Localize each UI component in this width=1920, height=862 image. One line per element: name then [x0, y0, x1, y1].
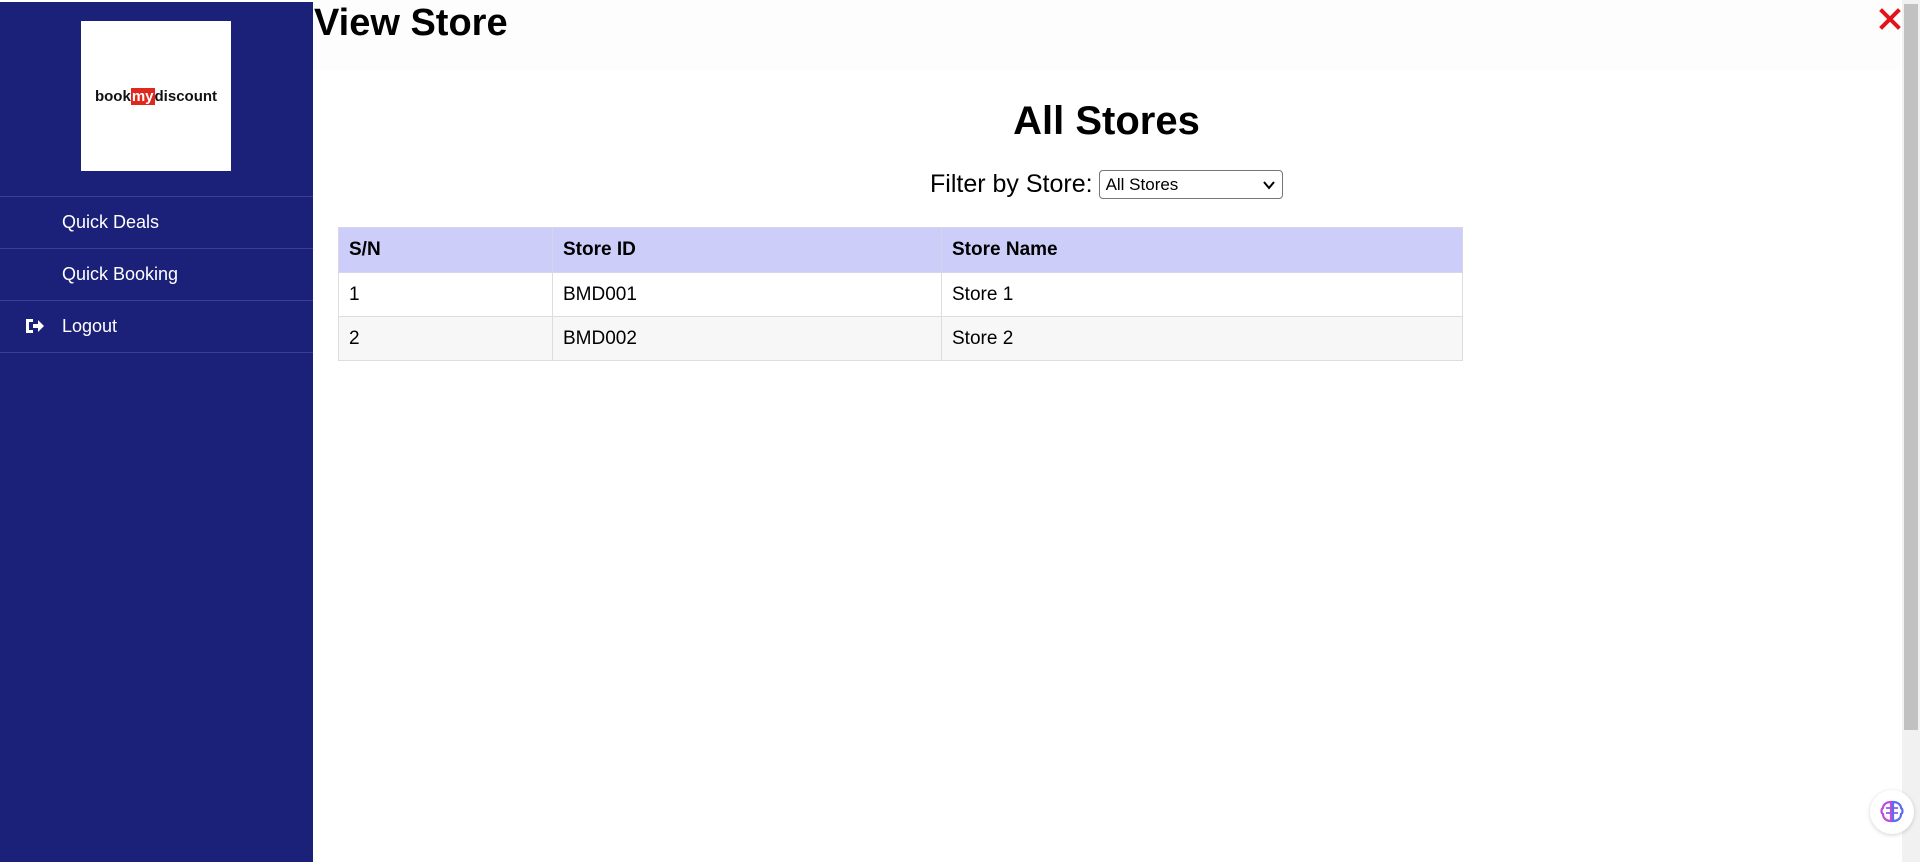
scrollbar-thumb[interactable] [1904, 4, 1918, 730]
table-cell-store-name: Store 2 [941, 316, 1463, 361]
logout-icon [26, 319, 44, 333]
column-header-store-name: Store Name [941, 227, 1463, 273]
table-cell-sn: 1 [338, 272, 553, 317]
section-heading: All Stores [1013, 99, 1200, 143]
top-bar: View Store [313, 0, 1903, 70]
sidebar-item-label: Logout [62, 316, 118, 336]
table-row: 2 BMD002 Store 2 [338, 316, 1463, 361]
assistant-button[interactable] [1870, 790, 1914, 834]
brain-icon [1880, 800, 1904, 823]
page-title: View Store [314, 2, 508, 44]
table-cell-store-name: Store 1 [941, 272, 1463, 317]
column-header-store-id: Store ID [552, 227, 942, 273]
close-icon[interactable] [1877, 6, 1903, 32]
store-filter-value: All Stores [1105, 174, 1179, 194]
column-header-sn: S/N [338, 227, 553, 273]
sidebar: book my discount Quick Deals Quick Booki… [0, 2, 313, 862]
table-header-row: S/N Store ID Store Name [338, 227, 1463, 273]
vertical-scrollbar[interactable] [1902, 0, 1920, 862]
sidebar-item-label: Quick Booking [62, 264, 179, 284]
filter-row: Filter by Store: All Stores [930, 170, 1283, 199]
sidebar-item-logout[interactable]: Logout [0, 301, 313, 353]
sidebar-nav: Quick Deals Quick Booking Logout [0, 196, 313, 353]
logo-text-my: my [130, 87, 155, 105]
logo-text-discount: discount [154, 87, 218, 105]
chevron-down-icon [1262, 181, 1275, 190]
store-filter-select[interactable]: All Stores [1098, 170, 1283, 199]
table-cell-sn: 2 [338, 316, 553, 361]
sidebar-item-label: Quick Deals [62, 212, 160, 232]
table-cell-store-id: BMD002 [552, 316, 942, 361]
sidebar-item-quick-booking[interactable]: Quick Booking [0, 249, 313, 301]
filter-label: Filter by Store: [930, 170, 1093, 198]
brand-logo[interactable]: book my discount [81, 21, 231, 171]
logo-text-book: book [94, 87, 131, 105]
table-row: 1 BMD001 Store 1 [338, 272, 1463, 317]
stores-table: S/N Store ID Store Name 1 BMD001 Store 1… [338, 227, 1463, 361]
table-cell-store-id: BMD001 [552, 272, 942, 317]
sidebar-item-quick-deals[interactable]: Quick Deals [0, 197, 313, 249]
main-content: View Store All Stores Filter by Store: A… [313, 0, 1903, 862]
